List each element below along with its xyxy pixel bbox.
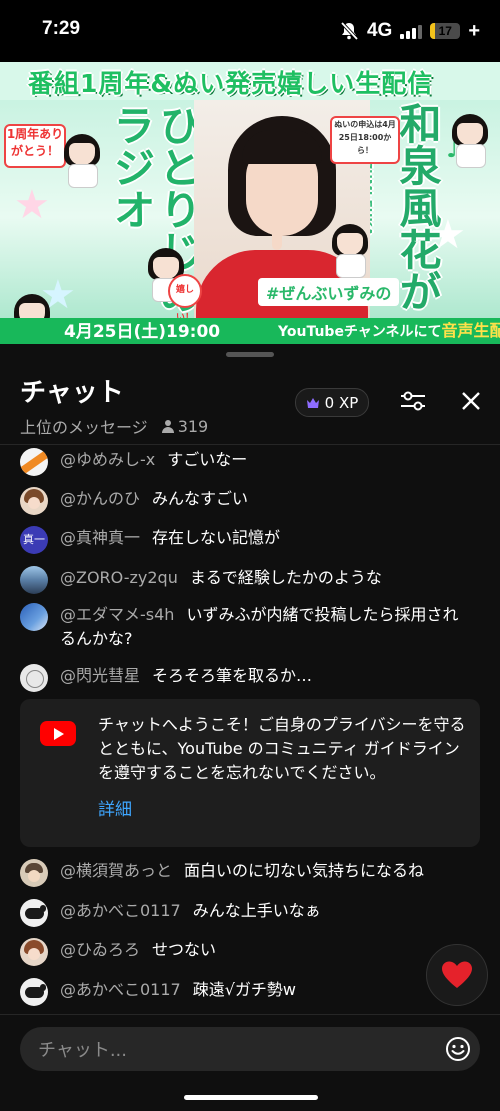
message-text: せつない [152, 940, 217, 959]
chat-message[interactable]: @ZORO-zy2qu まるで経験したかのような [20, 566, 382, 594]
status-bar: 7:29 4G 17 + [0, 0, 500, 62]
message-author[interactable]: @ZORO-zy2qu [60, 566, 178, 590]
viewer-count: 319 [161, 416, 209, 436]
message-text: そろそろ筆を取るか… [152, 666, 313, 685]
input-divider [0, 1014, 500, 1015]
broadcast-type: 音声生配信 [441, 321, 500, 340]
message-author[interactable]: @あかべこ0117 [60, 978, 181, 1002]
avatar[interactable] [20, 487, 48, 515]
crown-icon [306, 397, 319, 408]
avatar[interactable] [20, 603, 48, 631]
chat-message[interactable]: @あかべこ0117 みんな上手いなぁ [20, 899, 321, 927]
message-text: 面白いのに切ない気持ちになるね [184, 861, 425, 880]
message-author[interactable]: @閃光彗星 [60, 664, 140, 688]
platform-info: YouTubeチャンネルにて音声生配信 [278, 317, 500, 341]
chat-message[interactable]: @ひゐろろ せつない [20, 938, 216, 966]
message-author[interactable]: @かんのひ [60, 487, 140, 511]
close-icon[interactable] [460, 390, 482, 412]
chat-message[interactable]: @閃光彗星 そろそろ筆を取るか… [20, 664, 312, 692]
message-author[interactable]: @エダマメ-s4h [60, 605, 174, 624]
star-decoration: ★ [14, 182, 50, 228]
learn-more-link[interactable]: 詳細 [98, 795, 132, 820]
message-text: まるで経験したかのような [189, 568, 382, 587]
avatar[interactable] [20, 448, 48, 476]
chat-input[interactable] [36, 1027, 440, 1073]
chat-message[interactable]: 真一 @真神真一 存在しない記憶が [20, 526, 280, 554]
chat-mode-label[interactable]: 上位のメッセージ [20, 414, 148, 438]
avatar[interactable] [20, 859, 48, 887]
viewer-count-value: 319 [177, 416, 209, 436]
stream-title: 番組1周年&ぬい発売嬉しい生配信 [28, 69, 434, 98]
doll-tag: 嬉しい！ [168, 274, 202, 323]
platform-text: YouTubeチャンネルにて [278, 324, 442, 340]
status-indicators: 4G 17 + [339, 18, 480, 44]
message-text: みんな上手いなぁ [192, 901, 321, 920]
message-author[interactable]: @横須賀あっと [60, 859, 172, 883]
battery-level: 17 [438, 24, 452, 38]
sliders-icon[interactable] [399, 389, 427, 413]
host-name: 和泉風花が [393, 102, 442, 312]
message-text: すごいなー [167, 450, 248, 469]
chat-message[interactable]: @あかべこ0117 疎遠√ガチ勢w [20, 978, 296, 1006]
message-author[interactable]: @あかべこ0117 [60, 899, 181, 923]
reaction-button[interactable] [426, 944, 488, 1006]
youtube-logo-icon [40, 721, 76, 746]
bell-muted-icon [340, 21, 359, 41]
message-text: 存在しない記憶が [152, 528, 281, 547]
avatar[interactable] [20, 899, 48, 927]
network-label: 4G [366, 20, 393, 41]
drag-handle[interactable] [226, 352, 274, 357]
chat-message[interactable]: @エダマメ-s4h いずみふが内緒で投稿したら採用されるんかな? [20, 603, 460, 651]
message-text: みんなすごい [152, 489, 249, 508]
avatar[interactable] [20, 978, 48, 1006]
home-indicator[interactable] [184, 1095, 318, 1100]
message-author[interactable]: @ひゐろろ [60, 938, 140, 962]
person-icon [161, 419, 174, 433]
hashtag: #ぜんぶいずみの [258, 278, 400, 306]
avatar[interactable] [20, 938, 48, 966]
chat-mode-selector[interactable]: 上位のメッセージ 319 [20, 414, 208, 438]
smiley-icon[interactable] [445, 1036, 471, 1062]
plush-doll [448, 114, 492, 168]
message-text: 疎遠√ガチ勢w [192, 980, 297, 999]
chat-message[interactable]: @かんのひ みんなすごい [20, 487, 248, 515]
avatar-initials: 真一 [23, 533, 45, 546]
avatar[interactable] [20, 664, 48, 692]
welcome-text: チャットへようこそ！ご自身のプライバシーを守るとともに、YouTube のコミュ… [98, 715, 466, 782]
avatar[interactable] [20, 566, 48, 594]
anniversary-badge: 1周年ありがとう！ [4, 124, 66, 168]
header-divider [0, 444, 500, 445]
plush-doll [328, 224, 372, 278]
chat-message[interactable]: @ゆめみし-x すごいなー [20, 448, 247, 476]
charging-indicator: + [468, 19, 480, 42]
message-author[interactable]: @真神真一 [60, 526, 140, 550]
message-author[interactable]: @ゆめみし-x [60, 448, 155, 472]
plush-doll [60, 134, 104, 188]
stream-thumbnail[interactable]: ★ ★ ★ 番組1周年&ぬい発売嬉しい生配信 1周年ありがとう！ ひとりじめラジ… [0, 62, 500, 344]
xp-label: 0 XP [324, 393, 359, 412]
status-time: 7:29 [42, 18, 81, 39]
schedule-date: 4月25日(土)19:00 [64, 322, 221, 342]
battery-icon: 17 [430, 23, 461, 39]
heart-icon [442, 961, 472, 988]
welcome-notice: チャットへようこそ！ご自身のプライバシーを守るとともに、YouTube のコミュ… [20, 699, 480, 847]
chat-message[interactable]: @横須賀あっと 面白いのに切ない気持ちになるね [20, 859, 424, 887]
chat-title: チャット [20, 378, 124, 408]
xp-button[interactable]: 0 XP [295, 388, 369, 417]
avatar[interactable]: 真一 [20, 526, 48, 554]
preorder-note: ぬいの申込は4月25日18:00から！ [330, 116, 400, 164]
signal-icon [400, 23, 423, 39]
chat-input-bar[interactable] [20, 1027, 480, 1073]
